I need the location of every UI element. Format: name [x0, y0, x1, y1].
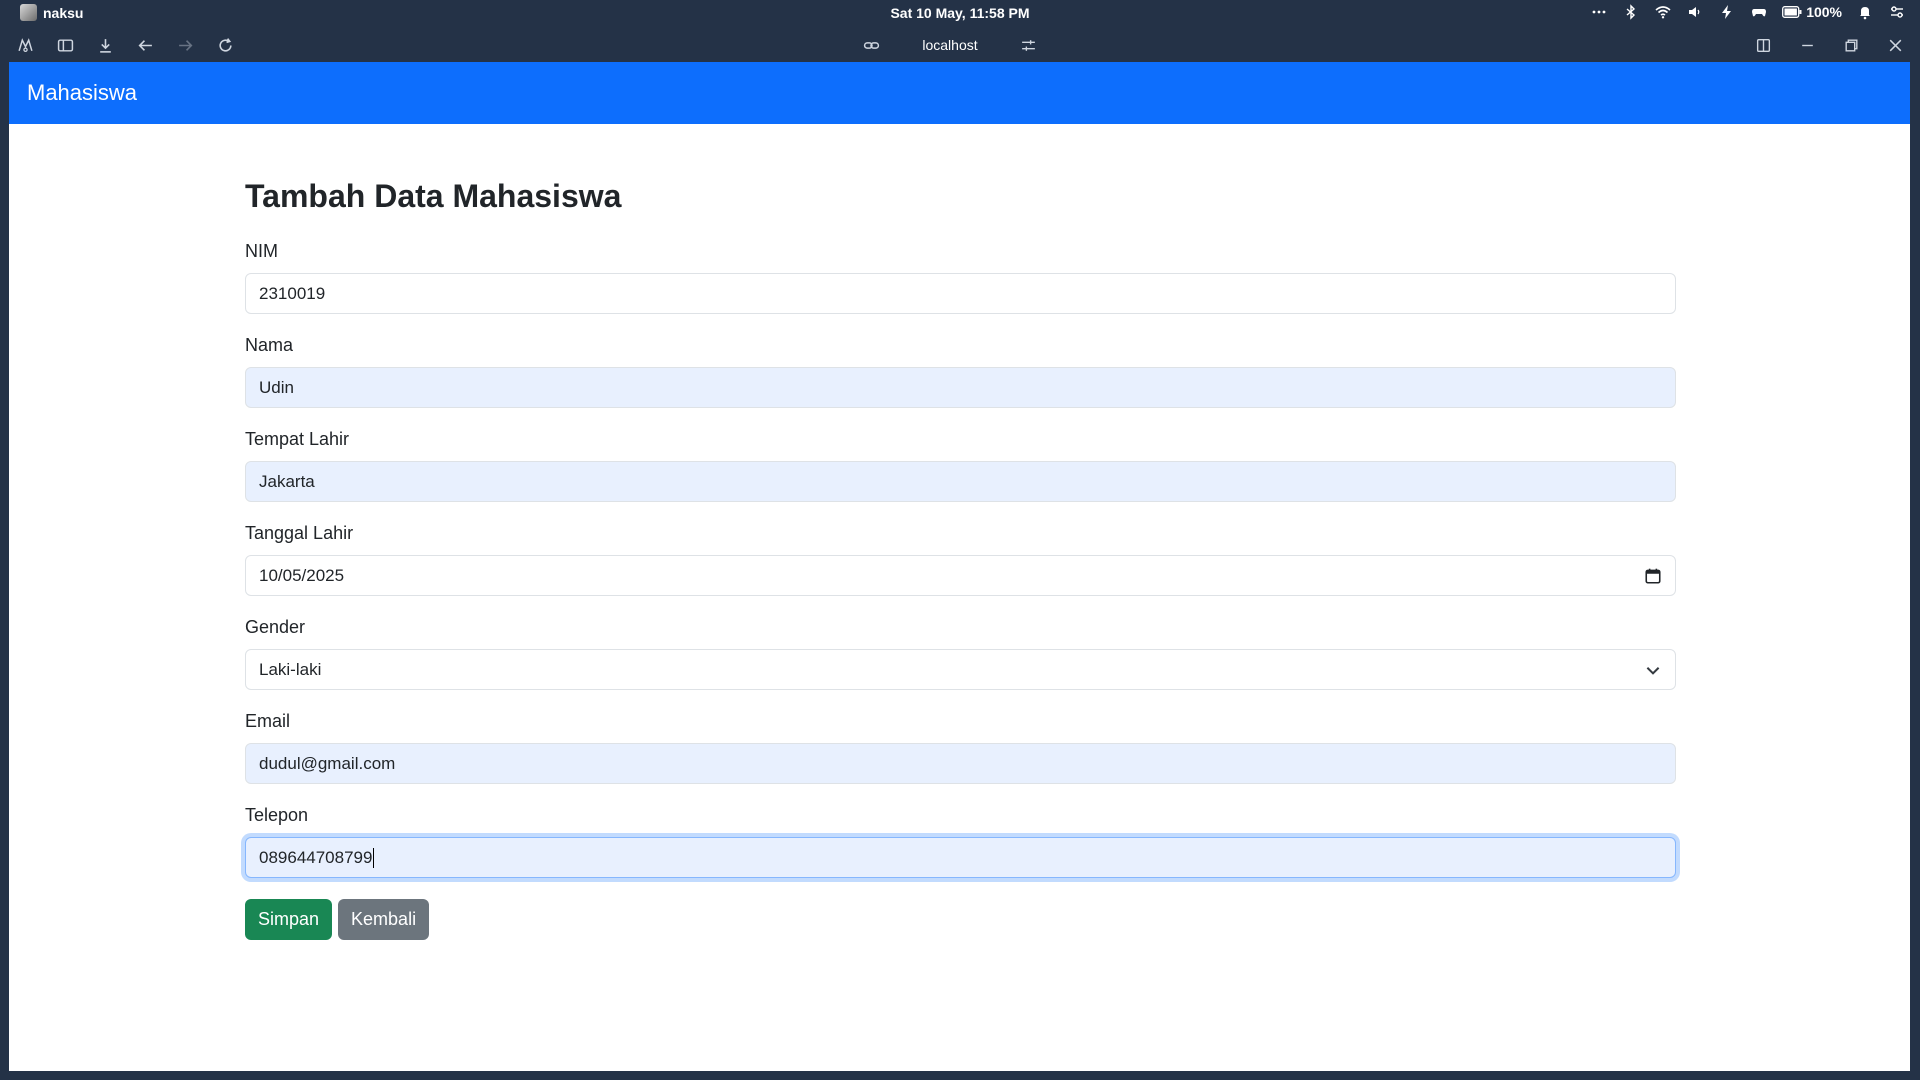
- save-button[interactable]: Simpan: [245, 899, 333, 940]
- calendar-icon[interactable]: [1643, 566, 1663, 586]
- os-top-bar: naksu Sat 10 May, 11:58 PM 100%: [0, 0, 1920, 26]
- link-icon[interactable]: [860, 34, 882, 56]
- battery-percent: 100%: [1806, 4, 1842, 20]
- navbar-brand[interactable]: Mahasiswa: [27, 80, 137, 106]
- tempat-lahir-input[interactable]: Jakarta: [245, 461, 1676, 502]
- address-bar[interactable]: localhost: [860, 34, 1040, 56]
- site-settings-icon[interactable]: [1018, 34, 1040, 56]
- bell-icon[interactable]: [1856, 3, 1874, 21]
- more-icon[interactable]: [1590, 3, 1608, 21]
- battery-icon: [1782, 3, 1802, 21]
- telepon-value: 089644708799: [259, 847, 373, 867]
- telepon-field-group: Telepon 089644708799: [245, 805, 1676, 878]
- email-input[interactable]: dudul@gmail.com: [245, 743, 1676, 784]
- tanggal-lahir-input[interactable]: 10/05/2025: [245, 555, 1676, 596]
- email-field-group: Email dudul@gmail.com: [245, 711, 1676, 784]
- tanggal-lahir-field-group: Tanggal Lahir 10/05/2025: [245, 523, 1676, 596]
- form-container: Tambah Data Mahasiswa NIM 2310019 Nama U…: [245, 178, 1676, 940]
- web-page: Mahasiswa Tambah Data Mahasiswa NIM 2310…: [9, 62, 1910, 1071]
- chevron-down-icon: [1643, 660, 1663, 680]
- wifi-icon[interactable]: [1654, 3, 1672, 21]
- minimize-icon[interactable]: [1796, 34, 1818, 56]
- restore-icon[interactable]: [1840, 34, 1862, 56]
- gender-value: Laki-laki: [259, 659, 322, 679]
- close-icon[interactable]: [1884, 34, 1906, 56]
- nim-field-group: NIM 2310019: [245, 241, 1676, 314]
- email-label: Email: [245, 711, 291, 731]
- telepon-label: Telepon: [245, 805, 309, 825]
- navbar: Mahasiswa: [9, 62, 1910, 124]
- tempat-lahir-label: Tempat Lahir: [245, 429, 350, 449]
- volume-icon[interactable]: [1686, 3, 1704, 21]
- gender-field-group: Gender Laki-laki: [245, 617, 1676, 690]
- page-title: Tambah Data Mahasiswa: [245, 178, 622, 214]
- tempat-lahir-value: Jakarta: [259, 471, 315, 491]
- url-text[interactable]: localhost: [922, 37, 977, 53]
- browser-logo-icon[interactable]: [14, 34, 36, 56]
- battery-indicator[interactable]: 100%: [1782, 3, 1842, 21]
- forward-icon[interactable]: [174, 34, 196, 56]
- tanggal-lahir-value: 10/05/2025: [259, 565, 345, 585]
- bluetooth-icon[interactable]: [1622, 3, 1640, 21]
- nama-label: Nama: [245, 335, 294, 355]
- nim-value: 2310019: [259, 283, 326, 303]
- system-tray: 100%: [1590, 3, 1906, 21]
- back-icon[interactable]: [134, 34, 156, 56]
- gender-label: Gender: [245, 617, 306, 637]
- split-view-icon[interactable]: [1752, 34, 1774, 56]
- settings-toggle-icon[interactable]: [1888, 3, 1906, 21]
- nim-label: NIM: [245, 241, 278, 261]
- nim-input[interactable]: 2310019: [245, 273, 1676, 314]
- form-actions: Simpan Kembali: [245, 899, 1676, 940]
- gamepad-icon[interactable]: [1750, 3, 1768, 21]
- nama-input[interactable]: Udin: [245, 367, 1676, 408]
- text-caret: [373, 847, 375, 868]
- back-button[interactable]: Kembali: [338, 899, 430, 940]
- telepon-input[interactable]: 089644708799: [245, 837, 1676, 878]
- gender-select[interactable]: Laki-laki: [245, 649, 1676, 690]
- tanggal-lahir-label: Tanggal Lahir: [245, 523, 354, 543]
- download-icon[interactable]: [94, 34, 116, 56]
- browser-toolbar: localhost: [0, 28, 1920, 62]
- charging-icon: [1718, 3, 1736, 21]
- nama-field-group: Nama Udin: [245, 335, 1676, 408]
- reload-icon[interactable]: [214, 34, 236, 56]
- sidebar-toggle-icon[interactable]: [54, 34, 76, 56]
- tempat-lahir-field-group: Tempat Lahir Jakarta: [245, 429, 1676, 502]
- nama-value: Udin: [259, 377, 294, 397]
- email-value: dudul@gmail.com: [259, 753, 396, 773]
